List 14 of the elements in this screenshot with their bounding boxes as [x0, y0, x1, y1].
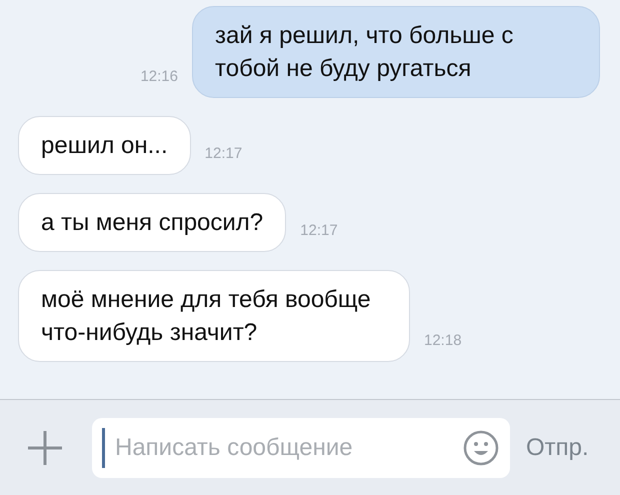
message-time: 12:17 — [300, 220, 338, 240]
message-time: 12:16 — [140, 66, 178, 86]
message-bubble: моё мнение для тебя вообще что-нибудь значит? — [18, 270, 410, 362]
message-time: 12:17 — [204, 144, 242, 164]
message-bubble: зай я решил, что больше с тобой не буду ругаться — [192, 6, 600, 98]
send-button[interactable]: Отпр. — [526, 430, 589, 466]
smiley-icon[interactable] — [462, 428, 500, 466]
plus-icon[interactable] — [26, 428, 64, 466]
message-bubble: решил он... — [18, 116, 191, 175]
message-input[interactable]: Написать сообщение — [115, 430, 452, 466]
message-time: 12:18 — [424, 330, 462, 350]
message-field[interactable]: Написать сообщение — [92, 418, 510, 478]
text-cursor — [102, 428, 105, 468]
message-bubble: а ты меня спросил? — [18, 193, 286, 252]
